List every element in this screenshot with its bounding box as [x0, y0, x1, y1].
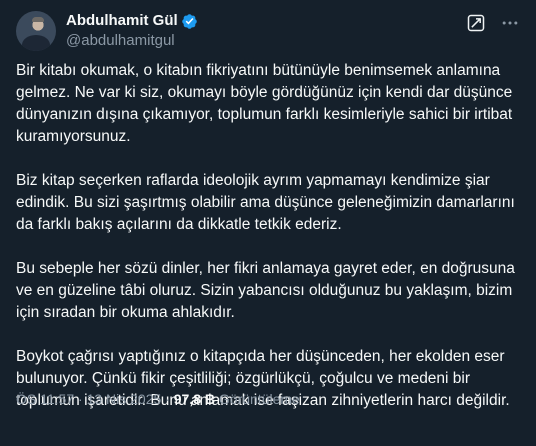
tweet-date: 13 Nis 2025 [86, 391, 162, 407]
avatar-suit [22, 35, 50, 51]
verified-badge-icon[interactable] [181, 13, 198, 30]
display-name[interactable]: Abdulhamit Gül [66, 11, 178, 31]
avatar-hair [32, 17, 44, 22]
avatar[interactable] [16, 11, 56, 51]
tweet: Abdulhamit Gül @abdulhamitgul Bir kitabı… [0, 0, 536, 446]
tweet-time: ÖS 11:57 [16, 391, 75, 407]
tweet-paragraph: Bu sebeple her sözü dinler, her fikri an… [16, 260, 515, 321]
header-actions [466, 13, 520, 33]
views-count: 97,8 B [173, 391, 215, 407]
tweet-meta: ÖS 11:57 · 13 Nis 2025 · 97,8 B Görüntül… [16, 389, 300, 409]
tweet-timestamp[interactable]: ÖS 11:57 · 13 Nis 2025 [16, 391, 165, 407]
views-label: Görüntüleme [218, 391, 300, 407]
meta-separator: · [165, 391, 170, 407]
handle[interactable]: @abdulhamitgul [66, 31, 198, 51]
tweet-header: Abdulhamit Gül @abdulhamitgul [16, 9, 520, 53]
author-names: Abdulhamit Gül @abdulhamitgul [66, 11, 198, 51]
tweet-paragraph: Bir kitabı okumak, o kitabın fikriyatını… [16, 62, 513, 145]
tweet-paragraph: Biz kitap seçerken raflarda ideolojik ay… [16, 172, 515, 233]
grok-icon[interactable] [466, 13, 486, 33]
more-options-icon[interactable] [500, 13, 520, 33]
tweet-text: Bir kitabı okumak, o kitabın fikriyatını… [16, 60, 520, 412]
meta-separator: · [78, 391, 83, 407]
name-row: Abdulhamit Gül [66, 11, 198, 31]
